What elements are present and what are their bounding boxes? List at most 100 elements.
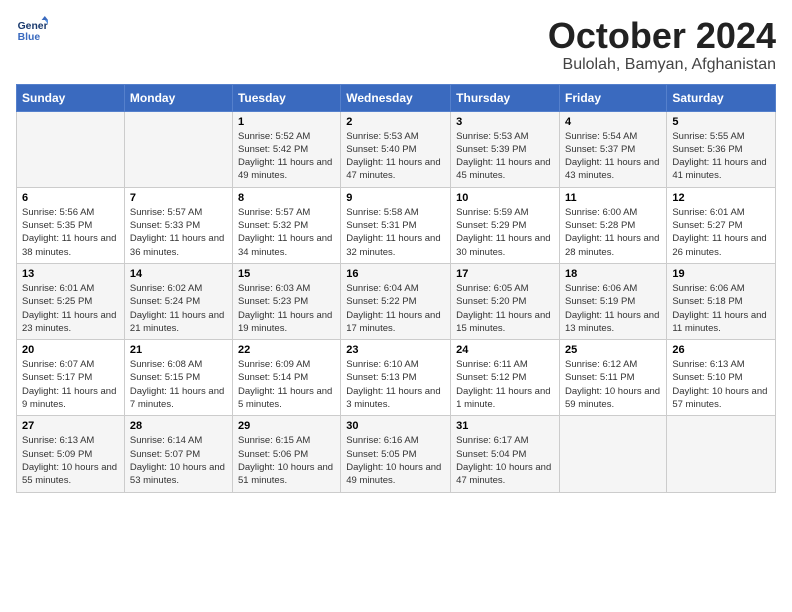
- day-info: Sunrise: 6:16 AM Sunset: 5:05 PM Dayligh…: [346, 434, 445, 487]
- weekday-header-thursday: Thursday: [451, 84, 560, 111]
- calendar-table: SundayMondayTuesdayWednesdayThursdayFrid…: [16, 84, 776, 493]
- day-number: 23: [346, 344, 445, 356]
- day-number: 20: [22, 344, 119, 356]
- day-number: 27: [22, 420, 119, 432]
- day-number: 9: [346, 192, 445, 204]
- day-number: 14: [130, 268, 227, 280]
- weekday-header-tuesday: Tuesday: [232, 84, 340, 111]
- calendar-cell: 4Sunrise: 5:54 AM Sunset: 5:37 PM Daylig…: [560, 111, 667, 187]
- day-info: Sunrise: 6:00 AM Sunset: 5:28 PM Dayligh…: [565, 206, 661, 259]
- calendar-cell: 7 Sunrise: 5:57 AM Sunset: 5:33 PM Daylig…: [124, 187, 232, 263]
- day-info: Sunrise: 5:52 AM Sunset: 5:42 PM Dayligh…: [238, 130, 335, 183]
- svg-text:General: General: [18, 21, 48, 32]
- day-info: Sunrise: 5:57 AM Sunset: 5:33 PM Dayligh…: [130, 206, 227, 259]
- calendar-cell: 1Sunrise: 5:52 AM Sunset: 5:42 PM Daylig…: [232, 111, 340, 187]
- week-row-2: 6 Sunrise: 5:56 AM Sunset: 5:35 PM Daylig…: [17, 187, 776, 263]
- calendar-cell: 21 Sunrise: 6:08 AM Sunset: 5:15 PM Dayli…: [124, 340, 232, 416]
- calendar-cell: 12Sunrise: 6:01 AM Sunset: 5:27 PM Dayli…: [667, 187, 776, 263]
- calendar-cell: 10 Sunrise: 5:59 AM Sunset: 5:29 PM Dayli…: [451, 187, 560, 263]
- calendar-cell: 17 Sunrise: 6:05 AM Sunset: 5:20 PM Dayli…: [451, 263, 560, 339]
- day-info: Sunrise: 6:06 AM Sunset: 5:18 PM Dayligh…: [672, 282, 770, 335]
- calendar-cell: 22 Sunrise: 6:09 AM Sunset: 5:14 PM Dayli…: [232, 340, 340, 416]
- day-info: Sunrise: 6:09 AM Sunset: 5:14 PM Dayligh…: [238, 358, 335, 411]
- week-row-5: 27 Sunrise: 6:13 AM Sunset: 5:09 PM Dayli…: [17, 416, 776, 492]
- day-number: 26: [672, 344, 770, 356]
- calendar-cell: 3 Sunrise: 5:53 AM Sunset: 5:39 PM Daylig…: [451, 111, 560, 187]
- calendar-cell: 20Sunrise: 6:07 AM Sunset: 5:17 PM Dayli…: [17, 340, 125, 416]
- calendar-cell: 29Sunrise: 6:15 AM Sunset: 5:06 PM Dayli…: [232, 416, 340, 492]
- day-info: Sunrise: 6:06 AM Sunset: 5:19 PM Dayligh…: [565, 282, 661, 335]
- weekday-header-friday: Friday: [560, 84, 667, 111]
- day-number: 22: [238, 344, 335, 356]
- day-number: 17: [456, 268, 554, 280]
- svg-text:Blue: Blue: [18, 32, 41, 43]
- calendar-cell: 6 Sunrise: 5:56 AM Sunset: 5:35 PM Daylig…: [17, 187, 125, 263]
- day-info: Sunrise: 6:08 AM Sunset: 5:15 PM Dayligh…: [130, 358, 227, 411]
- logo-icon: General Blue: [16, 16, 48, 44]
- day-info: Sunrise: 5:59 AM Sunset: 5:29 PM Dayligh…: [456, 206, 554, 259]
- calendar-cell: 11 Sunrise: 6:00 AM Sunset: 5:28 PM Dayli…: [560, 187, 667, 263]
- logo: General Blue: [16, 16, 52, 44]
- day-number: 5: [672, 116, 770, 128]
- day-number: 8: [238, 192, 335, 204]
- calendar-cell: 8 Sunrise: 5:57 AM Sunset: 5:32 PM Daylig…: [232, 187, 340, 263]
- calendar-cell: 26 Sunrise: 6:13 AM Sunset: 5:10 PM Dayli…: [667, 340, 776, 416]
- day-number: 21: [130, 344, 227, 356]
- day-number: 10: [456, 192, 554, 204]
- day-info: Sunrise: 5:55 AM Sunset: 5:36 PM Dayligh…: [672, 130, 770, 183]
- calendar-cell: [560, 416, 667, 492]
- calendar-cell: 28 Sunrise: 6:14 AM Sunset: 5:07 PM Dayli…: [124, 416, 232, 492]
- day-number: 18: [565, 268, 661, 280]
- calendar-cell: [124, 111, 232, 187]
- day-info: Sunrise: 6:13 AM Sunset: 5:09 PM Dayligh…: [22, 434, 119, 487]
- day-number: 2: [346, 116, 445, 128]
- calendar-cell: [667, 416, 776, 492]
- day-info: Sunrise: 6:01 AM Sunset: 5:25 PM Dayligh…: [22, 282, 119, 335]
- day-number: 12: [672, 192, 770, 204]
- day-number: 29: [238, 420, 335, 432]
- calendar-cell: 23 Sunrise: 6:10 AM Sunset: 5:13 PM Dayli…: [341, 340, 451, 416]
- calendar-cell: 31Sunrise: 6:17 AM Sunset: 5:04 PM Dayli…: [451, 416, 560, 492]
- calendar-cell: 27 Sunrise: 6:13 AM Sunset: 5:09 PM Dayli…: [17, 416, 125, 492]
- day-info: Sunrise: 5:56 AM Sunset: 5:35 PM Dayligh…: [22, 206, 119, 259]
- weekday-row: SundayMondayTuesdayWednesdayThursdayFrid…: [17, 84, 776, 111]
- calendar-body: 1Sunrise: 5:52 AM Sunset: 5:42 PM Daylig…: [17, 111, 776, 492]
- calendar-cell: 25 Sunrise: 6:12 AM Sunset: 5:11 PM Dayli…: [560, 340, 667, 416]
- page-header: General Blue October 2024 Bulolah, Bamya…: [16, 16, 776, 74]
- day-info: Sunrise: 5:57 AM Sunset: 5:32 PM Dayligh…: [238, 206, 335, 259]
- weekday-header-saturday: Saturday: [667, 84, 776, 111]
- calendar-cell: 19 Sunrise: 6:06 AM Sunset: 5:18 PM Dayli…: [667, 263, 776, 339]
- calendar-subtitle: Bulolah, Bamyan, Afghanistan: [548, 56, 776, 74]
- calendar-cell: 5 Sunrise: 5:55 AM Sunset: 5:36 PM Daylig…: [667, 111, 776, 187]
- day-number: 25: [565, 344, 661, 356]
- day-info: Sunrise: 5:54 AM Sunset: 5:37 PM Dayligh…: [565, 130, 661, 183]
- day-number: 30: [346, 420, 445, 432]
- calendar-header: SundayMondayTuesdayWednesdayThursdayFrid…: [17, 84, 776, 111]
- day-number: 16: [346, 268, 445, 280]
- day-info: Sunrise: 6:05 AM Sunset: 5:20 PM Dayligh…: [456, 282, 554, 335]
- day-number: 13: [22, 268, 119, 280]
- weekday-header-monday: Monday: [124, 84, 232, 111]
- day-info: Sunrise: 6:14 AM Sunset: 5:07 PM Dayligh…: [130, 434, 227, 487]
- day-info: Sunrise: 6:02 AM Sunset: 5:24 PM Dayligh…: [130, 282, 227, 335]
- calendar-cell: 13 Sunrise: 6:01 AM Sunset: 5:25 PM Dayli…: [17, 263, 125, 339]
- week-row-1: 1Sunrise: 5:52 AM Sunset: 5:42 PM Daylig…: [17, 111, 776, 187]
- day-info: Sunrise: 6:10 AM Sunset: 5:13 PM Dayligh…: [346, 358, 445, 411]
- day-number: 7: [130, 192, 227, 204]
- week-row-4: 20Sunrise: 6:07 AM Sunset: 5:17 PM Dayli…: [17, 340, 776, 416]
- title-section: October 2024 Bulolah, Bamyan, Afghanista…: [548, 16, 776, 74]
- day-number: 28: [130, 420, 227, 432]
- day-info: Sunrise: 6:11 AM Sunset: 5:12 PM Dayligh…: [456, 358, 554, 411]
- calendar-title: October 2024: [548, 16, 776, 56]
- day-info: Sunrise: 6:03 AM Sunset: 5:23 PM Dayligh…: [238, 282, 335, 335]
- day-info: Sunrise: 5:53 AM Sunset: 5:39 PM Dayligh…: [456, 130, 554, 183]
- day-info: Sunrise: 6:12 AM Sunset: 5:11 PM Dayligh…: [565, 358, 661, 411]
- day-number: 19: [672, 268, 770, 280]
- week-row-3: 13 Sunrise: 6:01 AM Sunset: 5:25 PM Dayli…: [17, 263, 776, 339]
- day-number: 6: [22, 192, 119, 204]
- day-info: Sunrise: 6:13 AM Sunset: 5:10 PM Dayligh…: [672, 358, 770, 411]
- calendar-cell: [17, 111, 125, 187]
- day-number: 31: [456, 420, 554, 432]
- day-number: 11: [565, 192, 661, 204]
- day-number: 3: [456, 116, 554, 128]
